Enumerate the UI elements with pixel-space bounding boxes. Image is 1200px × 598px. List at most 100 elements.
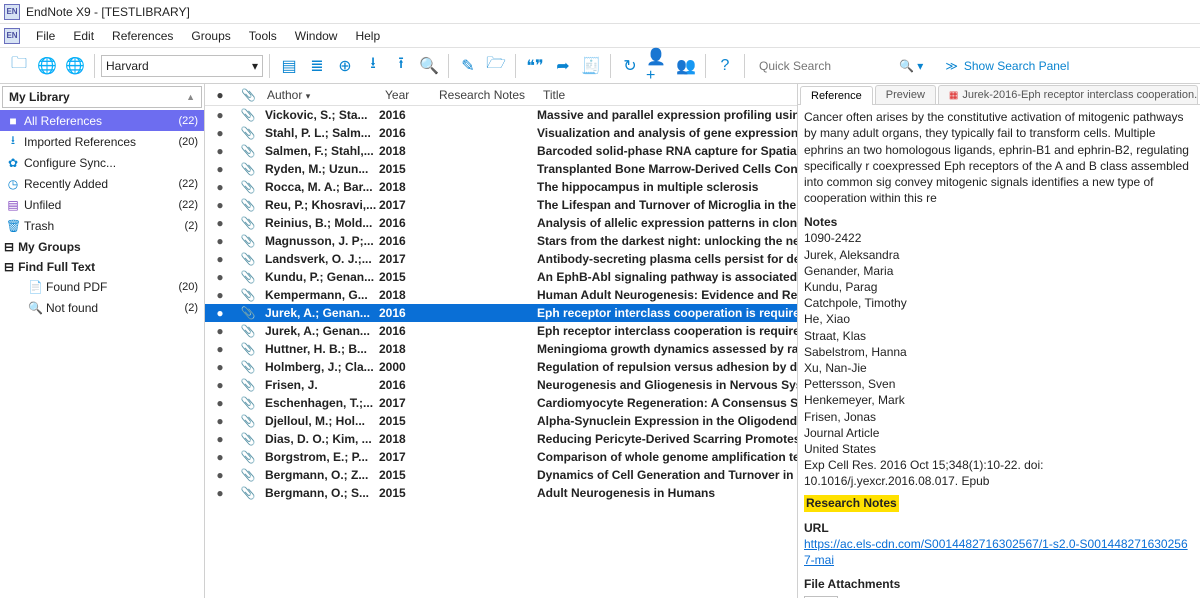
sidebar-item[interactable]: ■All References(22)	[0, 110, 204, 131]
reference-row[interactable]: ●📎Dias, D. O.; Kim, ...2018Reducing Peri…	[205, 430, 797, 448]
globe-icon[interactable]: 🌐	[34, 53, 60, 79]
menu-edit[interactable]: Edit	[65, 27, 102, 45]
quick-search	[759, 55, 889, 77]
search-icon[interactable]: 🔍 ▾	[899, 59, 923, 73]
sidebar-item[interactable]: 🔍Not found(2)	[0, 297, 204, 318]
sidebar-item[interactable]: ✿Configure Sync...	[0, 152, 204, 173]
col-research-notes[interactable]: Research Notes	[433, 88, 537, 102]
format-icon[interactable]: ➦	[550, 53, 576, 79]
separator	[705, 54, 706, 78]
menu-window[interactable]: Window	[287, 27, 346, 45]
reference-row[interactable]: ●📎Huttner, H. B.; B...2018Meningioma gro…	[205, 340, 797, 358]
quick-search-input[interactable]	[759, 55, 889, 77]
separator	[448, 54, 449, 78]
users-icon[interactable]: 👥	[673, 53, 699, 79]
output-style-dropdown[interactable]: Harvard ▾	[101, 55, 263, 77]
url-link[interactable]: https://ac.els-cdn.com/S0014482716302567…	[804, 537, 1188, 567]
col-author[interactable]: Author ▾	[261, 88, 379, 102]
menu-groups[interactable]: Groups	[183, 27, 238, 45]
menu-tools[interactable]: Tools	[241, 27, 285, 45]
reference-row[interactable]: ●📎Landsverk, O. J.;...2017Antibody-secre…	[205, 250, 797, 268]
note-line: Xu, Nan-Jie	[804, 360, 1194, 376]
menu-file[interactable]: File	[28, 27, 63, 45]
menu-references[interactable]: References	[104, 27, 181, 45]
note-line: United States	[804, 441, 1194, 457]
new-ref-icon[interactable]: ✎	[455, 53, 481, 79]
reference-row[interactable]: ●📎Borgstrom, E.; P...2017Comparison of w…	[205, 448, 797, 466]
note-line: Henkemeyer, Mark	[804, 392, 1194, 408]
export-icon[interactable]: ⭱	[388, 53, 414, 79]
tab-pdf[interactable]: ▦ Jurek-2016-Eph receptor interclass coo…	[938, 85, 1198, 104]
reference-row[interactable]: ●📎Rocca, M. A.; Bar...2018The hippocampu…	[205, 178, 797, 196]
reference-row[interactable]: ●📎Reinius, B.; Mold...2016Analysis of al…	[205, 214, 797, 232]
note-line: Sabelstrom, Hanna	[804, 344, 1194, 360]
reference-row[interactable]: ●📎Vickovic, S.; Sta...2016Massive and pa…	[205, 106, 797, 124]
note-line: Frisen, Jonas	[804, 409, 1194, 425]
col-title[interactable]: Title	[537, 88, 797, 102]
help-icon[interactable]: ?	[712, 53, 738, 79]
list-icon[interactable]: ≣	[304, 53, 330, 79]
globe-plus-icon[interactable]: ⊕	[332, 53, 358, 79]
card-icon[interactable]: ▤	[276, 53, 302, 79]
tab-preview[interactable]: Preview	[875, 85, 936, 104]
reference-row[interactable]: ●📎Ryden, M.; Uzun...2015Transplanted Bon…	[205, 160, 797, 178]
reference-row[interactable]: ●📎Kempermann, G...2018Human Adult Neurog…	[205, 286, 797, 304]
reference-row[interactable]: ●📎Reu, P.; Khosravi,...2017The Lifespan …	[205, 196, 797, 214]
globe-search-icon[interactable]: 🌐	[62, 53, 88, 79]
reference-row[interactable]: ●📎Bergmann, O.; S...2015Adult Neurogenes…	[205, 484, 797, 502]
word-icon[interactable]: 🧾	[578, 53, 604, 79]
reference-row[interactable]: ●📎Stahl, P. L.; Salm...2016Visualization…	[205, 124, 797, 142]
titlebar: EN EndNote X9 - [TESTLIBRARY]	[0, 0, 1200, 24]
sync-icon[interactable]: ↻	[617, 53, 643, 79]
tab-pdf-label: Jurek-2016-Eph receptor interclass coope…	[962, 89, 1198, 101]
show-search-panel[interactable]: ≫ Show Search Panel	[945, 59, 1069, 73]
sidebar-item[interactable]: 🗑Trash(2)	[0, 215, 204, 236]
separator	[515, 54, 516, 78]
note-line: Kundu, Parag	[804, 279, 1194, 295]
reference-row[interactable]: ●📎Frisen, J.2016Neurogenesis and Gliogen…	[205, 376, 797, 394]
note-line: Pettersson, Sven	[804, 376, 1194, 392]
sidebar-item[interactable]: 📄Found PDF(20)	[0, 276, 204, 297]
folder-icon[interactable]: 🗀	[6, 53, 32, 79]
my-groups-header[interactable]: ⊟ My Groups	[0, 236, 204, 256]
reference-row[interactable]: ●📎Djelloul, M.; Hol...2015Alpha-Synuclei…	[205, 412, 797, 430]
app-icon-small: EN	[4, 28, 20, 44]
reference-row[interactable]: ●📎Salmen, F.; Stahl,...2018Barcoded soli…	[205, 142, 797, 160]
reference-row[interactable]: ●📎Kundu, P.; Genan...2015An EphB-Abl sig…	[205, 268, 797, 286]
research-notes-header: Research Notes	[804, 495, 899, 511]
reference-row[interactable]: ●📎Holmberg, J.; Cla...2000Regulation of …	[205, 358, 797, 376]
my-library-header[interactable]: My Library ▲	[2, 86, 202, 108]
import-icon[interactable]: ⭳	[360, 53, 386, 79]
abstract-text: Cancer often arises by the constitutive …	[804, 109, 1194, 206]
find-full-text-label: Find Full Text	[18, 260, 95, 274]
pdf-icon: ▦	[949, 90, 958, 101]
reference-list: ● 📎 Author ▾ Year Research Notes Title ●…	[205, 84, 798, 598]
open-folder-icon[interactable]: 🗁	[483, 53, 509, 79]
find-fulltext-icon[interactable]: 🔍	[416, 53, 442, 79]
col-attachment[interactable]: 📎	[235, 88, 261, 102]
show-search-panel-label: Show Search Panel	[964, 59, 1069, 73]
window-title: EndNote X9 - [TESTLIBRARY]	[26, 5, 190, 19]
reference-row[interactable]: ●📎Magnusson, J. P;...2016Stars from the …	[205, 232, 797, 250]
sidebar-item[interactable]: ▤Unfiled(22)	[0, 194, 204, 215]
menu-help[interactable]: Help	[347, 27, 388, 45]
sidebar-item[interactable]: ◷Recently Added(22)	[0, 173, 204, 194]
tab-reference[interactable]: Reference	[800, 86, 873, 105]
reference-panel: Reference Preview ▦ Jurek-2016-Eph recep…	[798, 84, 1200, 598]
minus-icon: ⊟	[4, 260, 14, 274]
chevron-icon: ▲	[186, 92, 195, 102]
reference-content: Cancer often arises by the constitutive …	[798, 105, 1200, 598]
note-line: Exp Cell Res. 2016 Oct 15;348(1):10-22. …	[804, 457, 1194, 489]
reference-row[interactable]: ●📎Jurek, A.; Genan...2016Eph receptor in…	[205, 304, 797, 322]
col-year[interactable]: Year	[379, 88, 433, 102]
col-read[interactable]: ●	[205, 88, 235, 102]
reference-row[interactable]: ●📎Bergmann, O.; Z...2015Dynamics of Cell…	[205, 466, 797, 484]
reference-row[interactable]: ●📎Eschenhagen, T.;...2017Cardiomyocyte R…	[205, 394, 797, 412]
find-full-text-header[interactable]: ⊟ Find Full Text	[0, 256, 204, 276]
share-icon[interactable]: 👤+	[645, 53, 671, 79]
my-groups-label: My Groups	[18, 240, 81, 254]
reference-row[interactable]: ●📎Jurek, A.; Genan...2016Eph receptor in…	[205, 322, 797, 340]
quote-icon[interactable]: ❝❞	[522, 53, 548, 79]
sidebar-item[interactable]: ⭳Imported References(20)	[0, 131, 204, 152]
url-header: URL	[804, 520, 1194, 536]
